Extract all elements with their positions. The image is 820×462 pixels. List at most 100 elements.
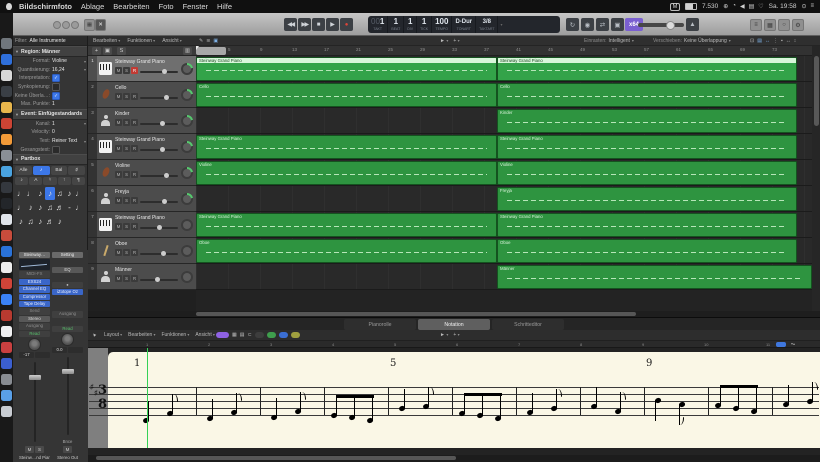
peak-value[interactable] <box>35 351 50 358</box>
volume-value[interactable]: -17 <box>19 351 34 358</box>
score-zoom-icons[interactable]: ▾▴ <box>791 341 795 346</box>
partbox-note-cell[interactable]: ♫ <box>45 201 55 214</box>
stepper-icon[interactable]: ▾ <box>84 67 87 72</box>
MIDI-FX-slot[interactable]: MIDI-FX <box>19 271 50 278</box>
solo-button[interactable]: S <box>123 223 130 230</box>
score-playhead[interactable] <box>146 348 148 448</box>
region-param-row-4[interactable]: Keine Überla…: ✓ <box>13 91 87 100</box>
step-input-button[interactable] <box>266 332 276 338</box>
dock-icon-15[interactable] <box>1 278 12 289</box>
midi-region[interactable]: Steinway Grand Piano <box>196 212 497 237</box>
menu-hilfe[interactable]: Hilfe <box>217 2 232 11</box>
fader-grip[interactable] <box>61 369 74 375</box>
score-menu-layout[interactable]: Layout ▾ <box>104 332 122 338</box>
midi-region[interactable]: Violine <box>497 160 797 185</box>
track-lane-7[interactable]: Steinway Grand Piano Steinway Grand Piano <box>196 212 812 238</box>
window-minimize-button[interactable] <box>62 21 70 29</box>
pan-knob[interactable] <box>181 63 193 75</box>
record-enable-button[interactable]: R <box>131 145 138 152</box>
pan-knob[interactable] <box>181 219 193 231</box>
menu-ablage[interactable]: Ablage <box>81 2 104 11</box>
master-volume-thumb[interactable] <box>665 21 675 30</box>
dock-icon-9[interactable] <box>1 182 12 193</box>
record-enable-button[interactable]: R <box>131 93 138 100</box>
pan-knob[interactable] <box>181 271 193 283</box>
record-button[interactable]: ● <box>340 18 353 31</box>
record-enable-button[interactable]: R <box>131 275 138 282</box>
catch-playhead-icon[interactable]: ▣ <box>213 38 218 44</box>
Read-slot[interactable]: Read <box>19 330 50 337</box>
volume-slider[interactable] <box>140 277 178 282</box>
score-menu-ansicht[interactable]: Ansicht ▾ <box>195 332 215 338</box>
dock-icon-14[interactable] <box>1 262 12 273</box>
solo-button[interactable]: S <box>123 119 130 126</box>
region-param-row-5[interactable]: Max. Punkte: 1 <box>13 100 87 109</box>
cycle-icon[interactable]: ↻ <box>566 18 579 31</box>
tab-notation[interactable]: Notation <box>418 319 490 330</box>
region-param-value[interactable]: Violine <box>52 58 84 64</box>
dock-icon-8[interactable] <box>1 166 12 177</box>
menu-ansicht[interactable]: Ansicht ▾ <box>162 38 182 44</box>
partbox-tab2-4[interactable]: ¶ <box>71 176 86 185</box>
partbox-note-cell[interactable]: ♫ <box>26 215 36 228</box>
fader-grip[interactable] <box>28 375 41 381</box>
drag-mode-icon[interactable]: ⊡ <box>750 38 754 44</box>
Compressor-slot[interactable]: Compressor <box>19 293 50 300</box>
master-volume-slider[interactable] <box>638 21 684 30</box>
partbox-note-cell[interactable]: ♩ <box>26 187 36 200</box>
menu-funktionen[interactable]: Funktionen ▾ <box>127 38 155 44</box>
partbox-tab2-3[interactable]: ↑ <box>57 176 71 185</box>
mute-button[interactable]: M <box>25 446 34 453</box>
scrollbar-thumb[interactable] <box>196 312 636 316</box>
menu-foto[interactable]: Foto <box>159 2 174 11</box>
marquee-icon[interactable]: ▤ <box>757 38 762 44</box>
dock-icon-7[interactable] <box>1 150 12 161</box>
note-pads-icon[interactable]: ○ <box>778 19 790 31</box>
volume-slider[interactable] <box>140 121 178 126</box>
record-enable-button[interactable]: R <box>131 249 138 256</box>
bar-ruler[interactable]: 5 9 13 17 21 25 29 33 37 41 45 49 53 57 61 65 69 73 <box>196 46 812 56</box>
region-param-checkbox[interactable]: ✓ <box>52 91 60 100</box>
partbox-note-cell[interactable]: ♪ <box>65 187 75 200</box>
search-icon[interactable]: ⊙ <box>801 3 806 10</box>
media-icon[interactable]: ▦ <box>764 19 776 31</box>
volume-slider[interactable] <box>140 251 178 256</box>
score-scrollbar[interactable] <box>88 455 820 462</box>
track-lane-5[interactable]: Violine Violine <box>196 160 812 186</box>
stop-button[interactable]: ■ <box>312 18 325 31</box>
midi-region[interactable]: Cello <box>196 82 497 107</box>
score-view-badge[interactable] <box>776 342 786 347</box>
stepper-icon[interactable]: ▾ <box>84 139 87 144</box>
track-header-3[interactable]: 3 Kinder M S R <box>88 108 196 134</box>
event-param-value[interactable]: 0 <box>52 129 87 135</box>
dock-icon-2[interactable] <box>1 70 12 81</box>
partbox-note-cell[interactable]: ♪ <box>45 186 55 200</box>
menu-bearbeiten[interactable]: Bearbeiten <box>113 2 149 11</box>
track-lane-3[interactable]: Kinder <box>196 108 812 134</box>
menu-bearbeiten[interactable]: Bearbeiten ▾ <box>93 38 120 44</box>
dock-icon-12[interactable] <box>1 230 12 241</box>
menubar-clock[interactable]: Sa. 19:58 <box>769 3 797 10</box>
midi-region[interactable]: Steinway Grand Piano <box>497 212 797 237</box>
score-menu-bearbeiten[interactable]: Bearbeiten ▾ <box>128 332 155 338</box>
partbox-note-cell[interactable]: ♬ <box>55 201 65 214</box>
volume-slider[interactable] <box>140 95 178 100</box>
filter-row[interactable]: Filter: Alle Instrumente <box>13 36 87 46</box>
partbox-tab-1[interactable]: ♪ <box>32 165 50 175</box>
midi-region[interactable]: Männer <box>497 264 812 289</box>
cycle-region[interactable] <box>196 46 226 55</box>
scrollbar-thumb[interactable] <box>96 456 456 460</box>
dock-icon-3[interactable] <box>1 86 12 97</box>
play-button[interactable]: ▶ <box>326 18 339 31</box>
track-header-4[interactable]: 4 Steinway Grand Piano M S R <box>88 134 196 160</box>
partbox-tab2-0[interactable]: ♪ <box>15 176 29 185</box>
partbox-note-cell[interactable]: ♩ <box>16 187 26 200</box>
mixer-toggle-button[interactable]: ✕ <box>95 19 106 31</box>
apple-menu-icon[interactable] <box>6 3 12 10</box>
pan-knob[interactable] <box>181 89 193 101</box>
solo-button[interactable]: S <box>123 171 130 178</box>
solo-button[interactable]: S <box>123 93 130 100</box>
rewind-button[interactable]: ◀◀ <box>284 18 297 31</box>
event-param-value[interactable]: 1 <box>52 121 84 127</box>
Ausgang-slot[interactable]: Ausgang <box>52 311 83 318</box>
